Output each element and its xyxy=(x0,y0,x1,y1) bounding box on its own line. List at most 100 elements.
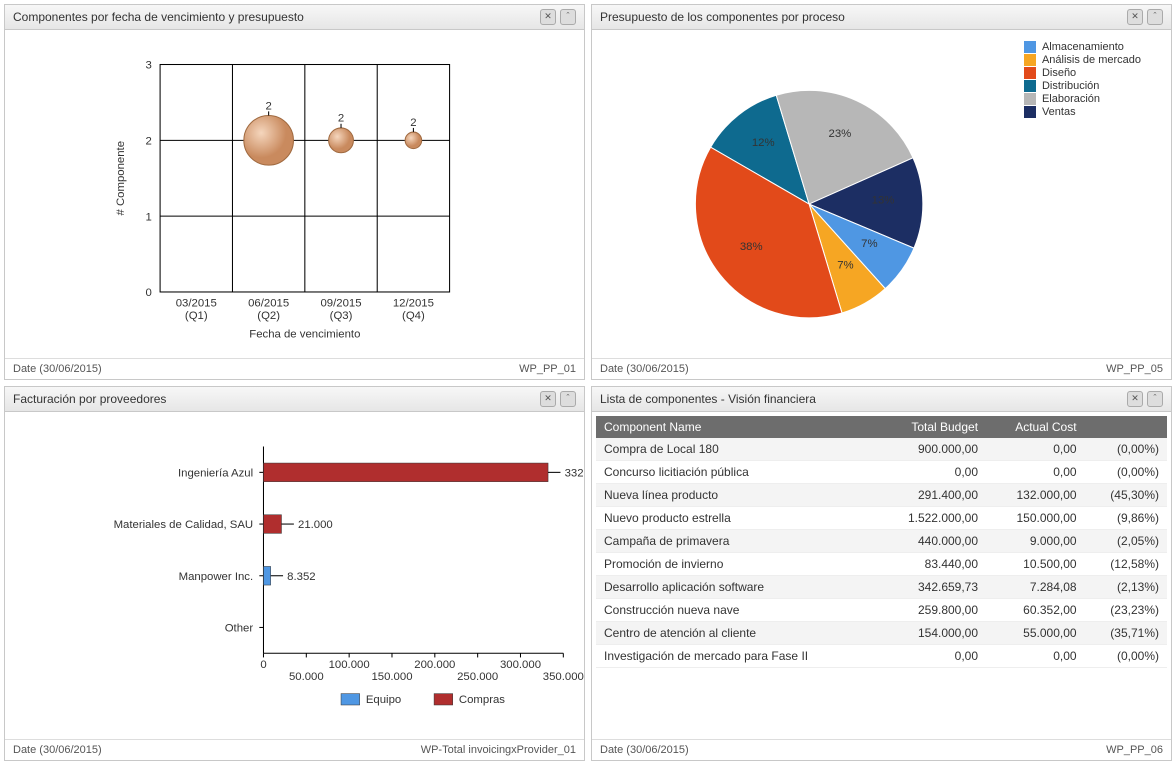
cell-pct: (35,71%) xyxy=(1085,621,1167,644)
cell-cost: 9.000,00 xyxy=(986,529,1085,552)
legend-swatch xyxy=(1024,80,1036,92)
bar-chart: 050.000100.000150.000200.000250.000300.0… xyxy=(5,412,584,740)
table-row[interactable]: Concurso licitiación pública0,000,00(0,0… xyxy=(596,460,1167,483)
legend-item: Diseño xyxy=(1024,67,1141,79)
footer-date: Date (30/06/2015) xyxy=(600,744,689,756)
cell-name: Desarrollo aplicación software xyxy=(596,575,876,598)
cell-pct: (0,00%) xyxy=(1085,644,1167,667)
pie-chart: 12%23%13%7%7%38% AlmacenamientoAnálisis … xyxy=(592,30,1171,358)
svg-text:Ingeniería Azul: Ingeniería Azul xyxy=(178,467,253,479)
svg-text:350.000: 350.000 xyxy=(543,671,584,683)
collapse-icon[interactable]: ˆ xyxy=(560,391,576,407)
svg-text:23%: 23% xyxy=(829,128,852,140)
legend-label: Análisis de mercado xyxy=(1042,54,1141,66)
panel-pie: Presupuesto de los componentes por proce… xyxy=(591,4,1172,380)
panel-header[interactable]: Presupuesto de los componentes por proce… xyxy=(592,5,1171,30)
svg-text:8.352: 8.352 xyxy=(287,570,315,582)
svg-text:250.000: 250.000 xyxy=(457,671,498,683)
cell-cost: 55.000,00 xyxy=(986,621,1085,644)
legend-item: Elaboración xyxy=(1024,93,1141,105)
svg-text:200.000: 200.000 xyxy=(414,658,455,670)
collapse-icon[interactable]: ˆ xyxy=(560,9,576,25)
table-row[interactable]: Nueva línea producto291.400,00132.000,00… xyxy=(596,483,1167,506)
panel-header[interactable]: Facturación por proveedores ✕ ˆ xyxy=(5,387,584,412)
svg-text:1: 1 xyxy=(145,211,151,223)
svg-text:(Q1): (Q1) xyxy=(185,310,208,322)
cell-cost: 150.000,00 xyxy=(986,506,1085,529)
cell-pct: (45,30%) xyxy=(1085,483,1167,506)
legend-swatch xyxy=(1024,54,1036,66)
cell-budget: 259.800,00 xyxy=(876,598,986,621)
table-row[interactable]: Desarrollo aplicación software342.659,73… xyxy=(596,575,1167,598)
svg-text:06/2015: 06/2015 xyxy=(248,297,289,309)
table-row[interactable]: Investigación de mercado para Fase II0,0… xyxy=(596,644,1167,667)
close-icon[interactable]: ✕ xyxy=(540,9,556,25)
close-icon[interactable]: ✕ xyxy=(1127,391,1143,407)
cell-pct: (0,00%) xyxy=(1085,460,1167,483)
svg-text:(Q3): (Q3) xyxy=(330,310,353,322)
table-row[interactable]: Campaña de primavera440.000,009.000,00(2… xyxy=(596,529,1167,552)
panel-footer: Date (30/06/2015) WP-Total invoicingxPro… xyxy=(5,739,584,760)
svg-text:7%: 7% xyxy=(861,238,877,250)
cell-budget: 83.440,00 xyxy=(876,552,986,575)
panel-header[interactable]: Lista de componentes - Visión financiera… xyxy=(592,387,1171,412)
cell-cost: 0,00 xyxy=(986,460,1085,483)
panel-bar: Facturación por proveedores ✕ ˆ 050.0001… xyxy=(4,386,585,762)
cell-name: Campaña de primavera xyxy=(596,529,876,552)
svg-text:Compras: Compras xyxy=(459,693,505,705)
cell-pct: (2,05%) xyxy=(1085,529,1167,552)
col-pct xyxy=(1085,416,1167,438)
legend-swatch xyxy=(1024,106,1036,118)
cell-budget: 291.400,00 xyxy=(876,483,986,506)
svg-text:7%: 7% xyxy=(837,259,853,271)
legend-item: Análisis de mercado xyxy=(1024,54,1141,66)
cell-budget: 440.000,00 xyxy=(876,529,986,552)
cell-cost: 0,00 xyxy=(986,438,1085,461)
legend-swatch xyxy=(1024,67,1036,79)
pie-legend: AlmacenamientoAnálisis de mercadoDiseñoD… xyxy=(1024,40,1141,119)
cell-budget: 0,00 xyxy=(876,460,986,483)
legend-label: Distribución xyxy=(1042,80,1099,92)
close-icon[interactable]: ✕ xyxy=(1127,9,1143,25)
collapse-icon[interactable]: ˆ xyxy=(1147,391,1163,407)
svg-text:(Q4): (Q4) xyxy=(402,310,425,322)
svg-text:# Componente: # Componente xyxy=(115,141,127,216)
legend-swatch xyxy=(1024,93,1036,105)
dashboard-grid: Componentes por fecha de vencimiento y p… xyxy=(0,0,1176,765)
financial-table-wrap: Component Name Total Budget Actual Cost … xyxy=(592,412,1171,740)
table-row[interactable]: Construcción nueva nave259.800,0060.352,… xyxy=(596,598,1167,621)
cell-budget: 0,00 xyxy=(876,644,986,667)
svg-text:Equipo: Equipo xyxy=(366,693,401,705)
table-row[interactable]: Nuevo producto estrella1.522.000,00150.0… xyxy=(596,506,1167,529)
svg-text:Other: Other xyxy=(225,622,254,634)
cell-pct: (23,23%) xyxy=(1085,598,1167,621)
cell-budget: 154.000,00 xyxy=(876,621,986,644)
col-name: Component Name xyxy=(596,416,876,438)
svg-text:21.000: 21.000 xyxy=(298,519,333,531)
table-row[interactable]: Promoción de invierno83.440,0010.500,00(… xyxy=(596,552,1167,575)
legend-swatch xyxy=(1024,41,1036,53)
panel-header[interactable]: Componentes por fecha de vencimiento y p… xyxy=(5,5,584,30)
svg-text:0: 0 xyxy=(260,658,266,670)
close-icon[interactable]: ✕ xyxy=(540,391,556,407)
svg-text:3: 3 xyxy=(145,60,151,72)
footer-id: WP-Total invoicingxProvider_01 xyxy=(421,744,576,756)
table-row[interactable]: Compra de Local 180900.000,000,00(0,00%) xyxy=(596,438,1167,461)
svg-text:Fecha de vencimiento: Fecha de vencimiento xyxy=(249,328,360,340)
svg-text:0: 0 xyxy=(145,287,151,299)
svg-text:12%: 12% xyxy=(752,137,775,149)
cell-budget: 900.000,00 xyxy=(876,438,986,461)
cell-cost: 60.352,00 xyxy=(986,598,1085,621)
footer-date: Date (30/06/2015) xyxy=(13,744,102,756)
collapse-icon[interactable]: ˆ xyxy=(1147,9,1163,25)
panel-table: Lista de componentes - Visión financiera… xyxy=(591,386,1172,762)
table-row[interactable]: Centro de atención al cliente154.000,005… xyxy=(596,621,1167,644)
legend-label: Diseño xyxy=(1042,67,1076,79)
col-budget: Total Budget xyxy=(876,416,986,438)
svg-text:50.000: 50.000 xyxy=(289,671,324,683)
col-cost: Actual Cost xyxy=(986,416,1085,438)
svg-text:2: 2 xyxy=(265,100,271,112)
cell-pct: (2,13%) xyxy=(1085,575,1167,598)
svg-text:Manpower Inc.: Manpower Inc. xyxy=(179,570,254,582)
financial-table: Component Name Total Budget Actual Cost … xyxy=(596,416,1167,668)
